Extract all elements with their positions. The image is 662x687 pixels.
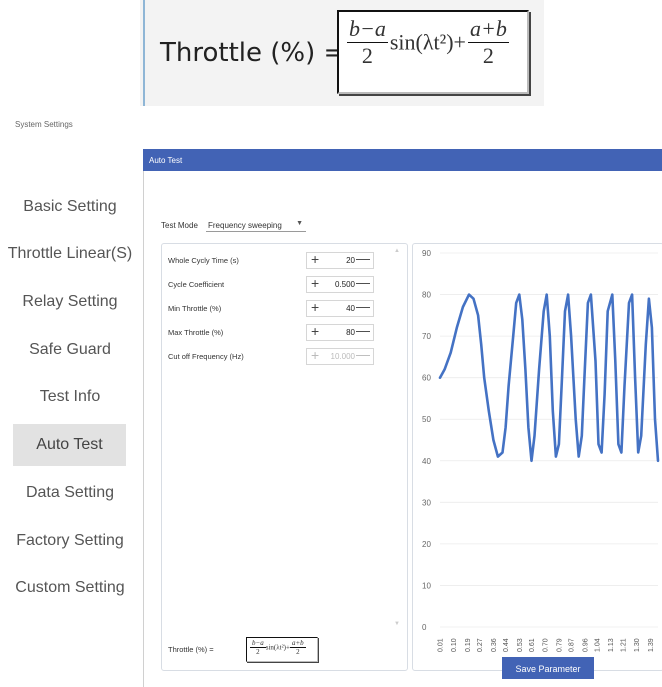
x-tick-label: 0.79 (556, 638, 563, 652)
y-tick-label: 10 (422, 581, 431, 590)
plus-icon[interactable]: + (311, 323, 319, 339)
x-tick-label: 0.36 (491, 638, 498, 652)
panel-title: Auto Test (149, 156, 183, 165)
minus-icon[interactable]: — (356, 322, 370, 338)
y-tick-label: 50 (422, 415, 431, 424)
formula-frac2-num: a+b (467, 16, 509, 43)
nav-item-relay-setting[interactable]: Relay Setting (0, 293, 140, 315)
y-tick-label: 90 (422, 249, 431, 258)
nav-item-basic-setting[interactable]: Basic Setting (0, 198, 140, 220)
test-mode-label: Test Mode (161, 221, 198, 230)
param-label-cutoff-frequency: Cut off Frequency (Hz) (168, 352, 244, 361)
nav-item-custom-setting[interactable]: Custom Setting (0, 579, 140, 601)
formula-sin: sin(λt²)+ (389, 29, 466, 55)
y-tick-label: 40 (422, 457, 431, 466)
save-parameter-button[interactable]: Save Parameter (502, 657, 594, 679)
mini-sin: sin(λt²)+ (265, 643, 290, 652)
param-label-min-throttle: Min Throttle (%) (168, 304, 222, 313)
formula-frac1-num: b−a (347, 16, 388, 43)
y-tick-label: 20 (422, 540, 431, 549)
plus-icon[interactable]: + (311, 275, 319, 291)
y-tick-label: 0 (422, 623, 427, 632)
nav-item-data-setting[interactable]: Data Setting (0, 484, 140, 506)
x-tick-label: 0.61 (529, 638, 536, 652)
minus-icon[interactable]: — (356, 250, 370, 266)
x-tick-label: 1.39 (648, 638, 655, 652)
y-tick-label: 60 (422, 374, 431, 383)
mini-frac2-den: 2 (296, 648, 300, 656)
stepper-value[interactable]: 40 (346, 304, 355, 313)
throttle-formula-label: Throttle (%) = (168, 645, 214, 654)
nav-item-safe-guard[interactable]: Safe Guard (0, 341, 140, 363)
panel-header: Auto Test (143, 149, 662, 171)
x-tick-label: 0.70 (543, 638, 550, 652)
stepper-value[interactable]: 80 (346, 328, 355, 337)
max-throttle-stepper[interactable]: + 80 — (306, 322, 374, 341)
x-tick-label: 0.87 (569, 638, 576, 652)
param-label-cycle-coefficient: Cycle Coefficient (168, 280, 225, 289)
x-tick-label: 1.21 (620, 638, 627, 652)
minus-icon[interactable]: — (356, 274, 370, 290)
plus-icon[interactable]: + (311, 251, 319, 267)
stepper-value[interactable]: 20 (346, 256, 355, 265)
stepper-value[interactable]: 0.500 (335, 280, 355, 289)
throttle-chart: 0 10 20 30 40 50 60 70 80 90 0.01 0.10 0.19 0.27 0.36 0… (422, 249, 660, 652)
x-tick-label: 0.53 (517, 638, 524, 652)
nav-item-auto-test[interactable]: Auto Test (13, 424, 126, 466)
param-label-whole-cycle-time: Whole Cycly Time (s) (168, 256, 239, 265)
y-tick-label: 80 (422, 291, 431, 300)
x-tick-label: 0.27 (477, 638, 484, 652)
min-throttle-stepper[interactable]: + 40 — (306, 298, 374, 317)
minus-icon[interactable]: — (356, 298, 370, 314)
banner-accent-bar (143, 0, 145, 106)
nav-item-factory-setting[interactable]: Factory Setting (0, 532, 140, 554)
banner-formula: b−a 2 sin(λt²)+ a+b 2 (337, 10, 529, 94)
x-tick-label: 0.96 (582, 638, 589, 652)
banner-formula-label: Throttle (%) = (160, 38, 346, 68)
window-title: System Settings (15, 120, 73, 129)
x-tick-label: 0.19 (465, 638, 472, 652)
plus-icon[interactable]: + (311, 299, 319, 315)
x-tick-label: 1.04 (595, 638, 602, 652)
mini-frac1-num: b−a (250, 639, 266, 648)
cycle-coefficient-stepper[interactable]: + 0.500 — (306, 274, 374, 293)
y-tick-label: 30 (422, 498, 431, 507)
cutoff-frequency-stepper: + 10.000 — (306, 346, 374, 365)
nav-item-throttle-linear[interactable]: Throttle Linear(S) (0, 245, 140, 267)
x-tick-label: 0.44 (503, 638, 510, 652)
scroll-up-icon[interactable]: ▲ (394, 248, 400, 254)
x-tick-label: 0.10 (451, 638, 458, 652)
test-mode-select[interactable]: Frequency sweeping ▼ (206, 218, 306, 232)
scroll-down-icon[interactable]: ▼ (394, 621, 400, 627)
formula-frac2-den: 2 (482, 43, 494, 68)
whole-cycle-time-stepper[interactable]: + 20 — (306, 250, 374, 269)
minus-icon: — (356, 346, 370, 362)
y-tick-label: 70 (422, 332, 431, 341)
x-tick-label: 0.01 (438, 638, 445, 652)
x-tick-label: 1.13 (608, 638, 615, 652)
mini-frac2-num: a+b (289, 639, 306, 648)
param-label-max-throttle: Max Throttle (%) (168, 328, 224, 337)
throttle-formula: b−a 2 sin(λt²)+ a+b 2 (246, 637, 318, 662)
plus-icon: + (311, 347, 320, 363)
formula-frac1-den: 2 (361, 43, 373, 68)
stepper-value: 10.000 (330, 352, 355, 361)
x-tick-label: 1.30 (634, 638, 641, 652)
chevron-down-icon: ▼ (296, 220, 303, 227)
nav-item-test-info[interactable]: Test Info (0, 388, 140, 410)
mini-frac1-den: 2 (256, 648, 260, 656)
test-mode-value: Frequency sweeping (208, 221, 282, 230)
